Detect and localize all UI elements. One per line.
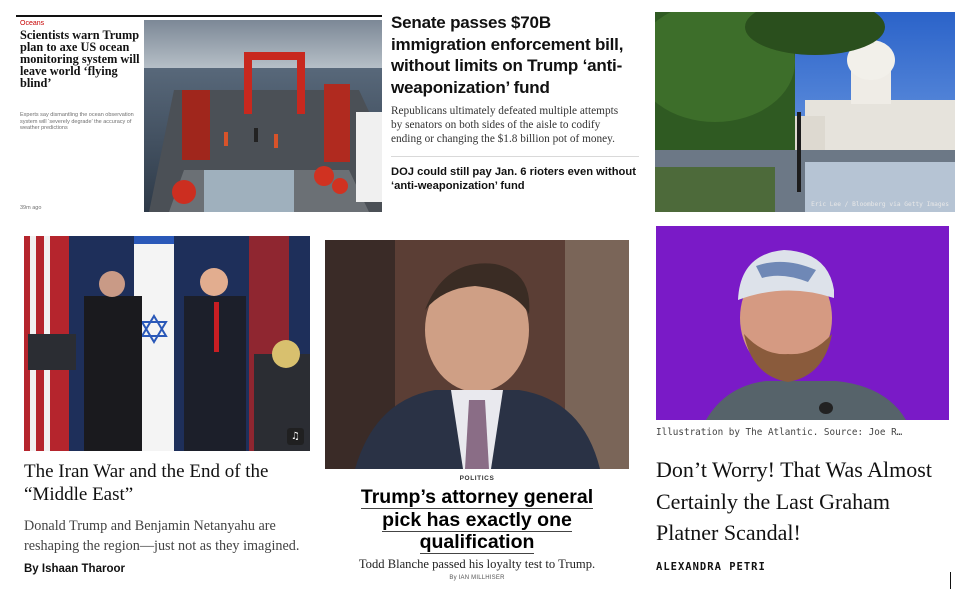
iran-war-article-card[interactable]: ♫ The Iran War and the End of the “Middl… bbox=[24, 236, 310, 586]
article-standfirst: Experts say dismantling the ocean observ… bbox=[20, 112, 134, 131]
article-summary: Republicans ultimately defeated multiple… bbox=[391, 105, 619, 145]
edge-divider bbox=[950, 572, 951, 589]
article-headline[interactable]: Senate passes $70B immigration enforceme… bbox=[391, 12, 641, 98]
section-kicker[interactable]: Oceans bbox=[20, 20, 44, 27]
divider bbox=[391, 156, 639, 157]
senate-bill-article-card[interactable]: Senate passes $70B immigration enforceme… bbox=[391, 12, 641, 212]
article-headline-text[interactable]: Trump’s attorney general pick has exactl… bbox=[360, 486, 594, 554]
article-age: 39m ago bbox=[20, 205, 42, 211]
photo-credit: Eric Lee / Bloomberg via Getty Images bbox=[811, 201, 949, 208]
article-byline[interactable]: By IAN MILLHISER bbox=[325, 575, 629, 581]
headphones-icon[interactable]: ♫ bbox=[287, 428, 304, 445]
todd-blanche-photo[interactable] bbox=[325, 240, 629, 469]
article-headline[interactable]: The Iran War and the End of the “Middle … bbox=[24, 461, 304, 506]
illustration-caption: Illustration by The Atlantic. Source: Jo… bbox=[656, 427, 903, 438]
article-headline[interactable]: Scientists warn Trump plan to axe US oce… bbox=[20, 29, 140, 89]
capitol-photo[interactable]: Eric Lee / Bloomberg via Getty Images bbox=[655, 12, 955, 212]
article-summary: Donald Trump and Benjamin Netanyahu are … bbox=[24, 518, 300, 554]
article-summary: Todd Blanche passed his loyalty test to … bbox=[358, 556, 596, 571]
trump-netanyahu-photo[interactable]: ♫ bbox=[24, 236, 310, 451]
article-byline[interactable]: By Ishaan Tharoor bbox=[24, 563, 310, 575]
graham-platner-illustration[interactable] bbox=[656, 226, 949, 420]
section-kicker[interactable]: POLITICS bbox=[325, 475, 629, 482]
related-article-link[interactable]: DOJ could still pay Jan. 6 rioters even … bbox=[391, 165, 639, 193]
graham-platner-article-card[interactable]: Illustration by The Atlantic. Source: Jo… bbox=[656, 226, 949, 586]
attorney-general-article-card[interactable]: POLITICS Trump’s attorney general pick h… bbox=[325, 240, 629, 590]
article-byline[interactable]: ALEXANDRA PETRI bbox=[656, 561, 949, 573]
research-ship-photo[interactable] bbox=[144, 20, 382, 212]
article-headline[interactable]: Trump’s attorney general pick has exactl… bbox=[341, 486, 613, 554]
ocean-monitoring-article-card[interactable]: Oceans Scientists warn Trump plan to axe… bbox=[16, 15, 382, 212]
article-headline[interactable]: Don’t Worry! That Was Almost Certainly t… bbox=[656, 454, 948, 549]
